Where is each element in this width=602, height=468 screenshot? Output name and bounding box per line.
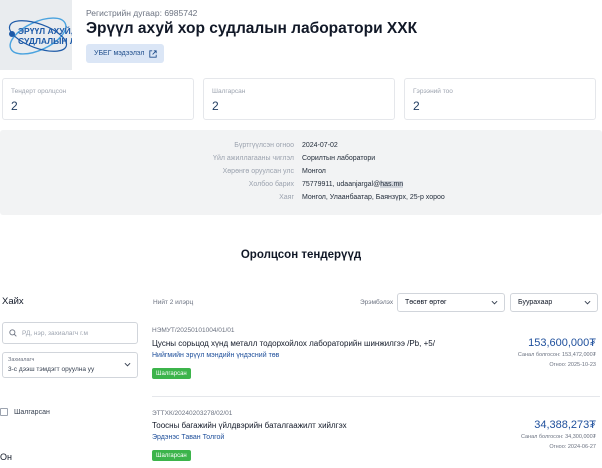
tender-date: Огноо: 2025-10-23 [549, 362, 596, 368]
buyer-select[interactable]: Захиалагч 3-с дээш тэмдэгт оруулна уу [2, 352, 138, 378]
tender-date: Огноо: 2024-06-27 [549, 444, 596, 450]
registration-number: Регистрийн дугаар: 6985742 [86, 8, 198, 18]
tender-name[interactable]: Цусны сорьцод хүнд металл тодорхойлох ла… [152, 339, 435, 348]
stat-value: 2 [11, 99, 18, 113]
tender-budget: 153,600,000₮ [528, 337, 596, 349]
chevron-down-icon [491, 300, 498, 305]
tender-offer: Санал болгосон: 34,300,000₮ [520, 434, 596, 440]
tender-name[interactable]: Тоосны багажийн үйлдвэрийн баталгаажилт … [152, 421, 347, 430]
won-checkbox[interactable] [0, 408, 8, 416]
info-key: Бүртгүүлсэн огноо [234, 142, 294, 149]
tender-buyer[interactable]: Нийгмийн эрүүл мэндийн үндэсний төв [152, 352, 279, 359]
stat-label: Шалгарсан [212, 88, 246, 95]
year-heading: Он [0, 452, 12, 462]
stat-card-won: Шалгарсан 2 [203, 78, 395, 120]
chevron-down-icon [584, 300, 591, 305]
info-value: Монгол, Улаанбаатар, Баянзүрх, 25-р хоро… [302, 194, 445, 201]
result-count: Нийт 2 илэрц [153, 299, 194, 306]
info-row-address: Хаяг Монгол, Улаанбаатар, Баянзүрх, 25-р… [0, 194, 602, 204]
tender-budget: 34,388,273₮ [534, 419, 596, 431]
chevron-down-icon [124, 362, 131, 367]
tender-buyer[interactable]: Эрдэнэс Таван Толгой [152, 434, 224, 441]
info-key: Хаяг [279, 194, 294, 201]
ubeg-info-button[interactable]: УБЕГ мэдээлэл [86, 44, 164, 63]
info-row-activity: Үйл ажиллагааны чиглэл Сорилтын лаборато… [0, 155, 602, 165]
info-key: Хөрөнгө оруулсан улс [222, 168, 294, 175]
info-row-contact: Холбоо барих 75779911, udaanjargal@has.m… [0, 181, 602, 191]
stat-value: 2 [413, 99, 420, 113]
status-badge: Шалгарсан [152, 450, 191, 461]
info-key: Үйл ажиллагааны чиглэл [213, 155, 294, 162]
section-title: Оролцсон тендерүүд [240, 249, 362, 261]
won-checkbox-label: Шалгарсан [14, 408, 50, 416]
info-value: Монгол [302, 168, 326, 175]
tender-item[interactable]: НЭМУТ/20250101004/01/01 Цусны сорьцод хү… [152, 327, 600, 387]
contact-text: 75779911, udaanjargal@ [302, 181, 381, 188]
status-badge: Шалгарсан [152, 368, 191, 379]
divider [152, 396, 600, 397]
contact-highlight: has.mn [380, 181, 404, 188]
search-input[interactable] [22, 329, 132, 337]
sort-order-dropdown[interactable]: Буурахаар [510, 293, 598, 312]
sort-order-value: Буурахаар [518, 299, 553, 306]
sort-field-dropdown[interactable]: Төсөвт өртөг [397, 293, 505, 312]
stat-value: 2 [212, 99, 219, 113]
search-icon [9, 329, 17, 337]
stat-label: Тендерт оролцсон [11, 88, 67, 95]
info-row-country: Хөрөнгө оруулсан улс Монгол [0, 168, 602, 178]
info-value: 75779911, udaanjargal@has.mn [302, 181, 404, 188]
info-key: Холбоо барих [248, 181, 294, 188]
org-info-panel: Бүртгүүлсэн огноо 2024-07-02 Үйл ажиллаг… [0, 130, 602, 215]
page-title: Эрүүл ахуй хор судлалын лаборатори ХХК [86, 20, 418, 37]
org-logo: ЭРҮҮЛ АХУЙ, Х СУДЛАЛЫН ЛА [0, 0, 72, 70]
search-heading: Хайх [2, 296, 24, 307]
stat-card-participated: Тендерт оролцсон 2 [2, 78, 194, 120]
external-link-icon [149, 49, 158, 58]
search-field[interactable] [2, 322, 138, 344]
tender-item[interactable]: ЭТТХК/20240203278/02/01 Тоосны багажийн … [152, 410, 600, 468]
info-value: 2024-07-02 [302, 142, 338, 149]
tender-offer: Санал болгосон: 153,472,000₮ [517, 352, 596, 358]
logo-text: ЭРҮҮЛ АХУЙ, Х СУДЛАЛЫН ЛА [18, 26, 72, 46]
won-filter[interactable]: Шалгарсан [0, 408, 50, 416]
buyer-select-label: Захиалагч [8, 357, 35, 363]
stat-card-contracts: Гэрээний тоо 2 [404, 78, 596, 120]
stat-label: Гэрээний тоо [413, 88, 453, 95]
tender-code: ЭТТХК/20240203278/02/01 [152, 410, 233, 417]
tender-code: НЭМУТ/20250101004/01/01 [152, 327, 235, 334]
sort-field-value: Төсөвт өртөг [405, 299, 447, 306]
ubeg-button-label: УБЕГ мэдээлэл [94, 50, 145, 57]
buyer-select-value: 3-с дээш тэмдэгт оруулна уу [8, 366, 95, 373]
sort-label: Эрэмбэлэх [360, 299, 394, 306]
info-value: Сорилтын лаборатори [302, 155, 376, 162]
info-row-registered: Бүртгүүлсэн огноо 2024-07-02 [0, 142, 602, 152]
